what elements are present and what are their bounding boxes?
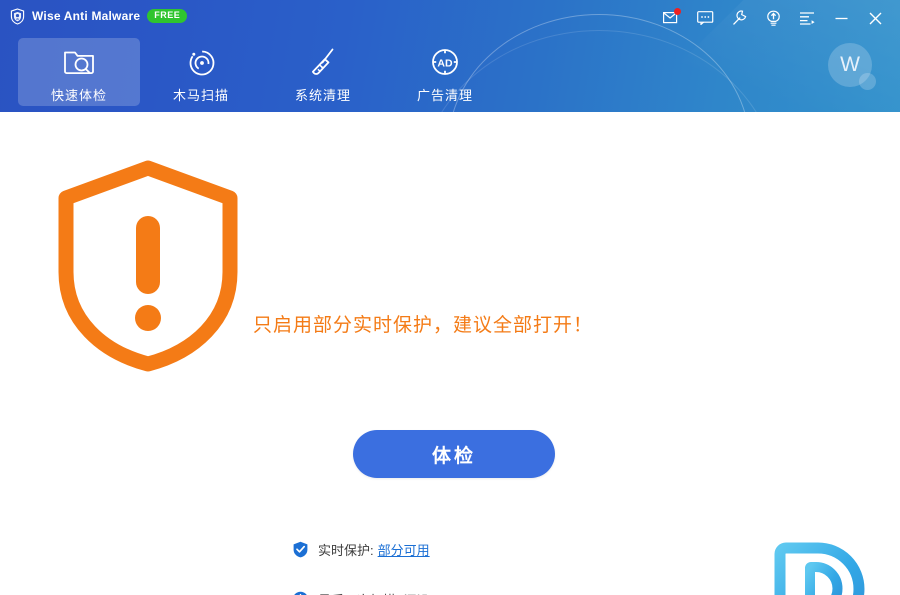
folder-search-icon xyxy=(61,44,97,80)
main-content: 只启用部分实时保护，建议全部打开！ 体检 实时保护: 部分可用 最后一次扫描: … xyxy=(0,112,900,595)
status-list: 实时保护: 部分可用 最后一次扫描: 还没 最后一次病毒库跟新: 引擎服务不存在… xyxy=(292,540,622,595)
window-title: Wise Anti Malware xyxy=(32,9,141,23)
mail-icon[interactable] xyxy=(654,6,688,30)
letter-d-logo xyxy=(774,542,864,595)
svg-text:AD: AD xyxy=(437,57,453,69)
status-value-last-scan: 还没 xyxy=(404,590,430,595)
edition-badge: FREE xyxy=(147,9,188,23)
nav-tab-label: 木马扫描 xyxy=(172,88,229,103)
status-value-realtime-protection[interactable]: 部分可用 xyxy=(378,540,430,559)
window-header: Wise Anti Malware FREE 快速体检 木马扫描 系统清理 AD… xyxy=(0,0,900,112)
warning-message: 只启用部分实时保护，建议全部打开！ xyxy=(253,315,594,336)
titlebar-actions xyxy=(654,6,892,30)
nav-tab-quick-checkup[interactable]: 快速体检 xyxy=(18,38,140,106)
title-bar-brand: Wise Anti Malware FREE xyxy=(10,5,188,27)
watermark: 微当下载 WWW.WEIDOWN.COM xyxy=(750,540,885,595)
wise-anti-malware-window: Wise Anti Malware FREE 快速体检 木马扫描 系统清理 AD… xyxy=(0,0,900,595)
avatar-initial: W xyxy=(840,53,860,76)
shield-icon xyxy=(10,7,25,25)
notification-badge xyxy=(674,8,681,15)
status-label: 最后一次扫描: xyxy=(318,590,400,595)
shield-check-icon xyxy=(293,541,308,557)
avatar[interactable]: W xyxy=(828,43,876,91)
clock-icon xyxy=(293,591,308,595)
status-row-last-scan: 最后一次扫描: 还没 xyxy=(292,590,622,595)
status-label: 实时保护: xyxy=(318,542,374,558)
minimize-icon[interactable] xyxy=(824,6,858,30)
tools-icon[interactable] xyxy=(722,6,756,30)
nav-tab-trojan-scan[interactable]: 木马扫描 xyxy=(140,38,262,106)
radar-scan-icon xyxy=(184,44,218,80)
upgrade-icon[interactable] xyxy=(756,6,790,30)
warning-shield-icon xyxy=(58,160,238,377)
menu-icon[interactable] xyxy=(790,6,824,30)
nav-tab-system-clean[interactable]: 系统清理 xyxy=(262,38,384,106)
feedback-icon[interactable] xyxy=(688,6,722,30)
nav-tab-label: 广告清理 xyxy=(416,88,473,103)
ad-circle-icon: AD xyxy=(428,44,462,80)
close-icon[interactable] xyxy=(858,6,892,30)
main-navigation: 快速体检 木马扫描 系统清理 AD 广告清理 xyxy=(18,38,506,106)
scan-button[interactable]: 体检 xyxy=(353,430,555,478)
nav-tab-ad-clean[interactable]: AD 广告清理 xyxy=(384,38,506,106)
status-row-realtime-protection: 实时保护: 部分可用 xyxy=(292,540,622,558)
nav-tab-label: 快速体检 xyxy=(50,88,107,103)
nav-tab-label: 系统清理 xyxy=(294,88,351,103)
broom-icon xyxy=(306,44,340,80)
